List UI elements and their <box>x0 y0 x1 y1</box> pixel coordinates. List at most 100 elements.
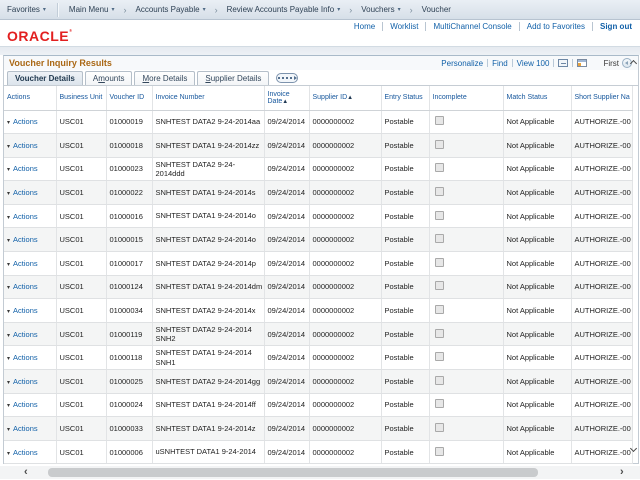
business-unit-cell: USC01 <box>56 110 106 134</box>
scrollbar-thumb[interactable] <box>48 468 538 477</box>
short-supplier-cell: AUTHORIZE.-00 <box>571 275 632 299</box>
actions-link[interactable]: Actions <box>13 188 38 197</box>
incomplete-checkbox[interactable] <box>435 305 444 314</box>
incomplete-checkbox[interactable] <box>435 447 444 456</box>
tab-amounts[interactable]: Amounts <box>85 71 133 85</box>
actions-link[interactable]: Actions <box>13 117 38 126</box>
tab-voucher-details[interactable]: Voucher Details <box>7 71 83 85</box>
col-header-invoice-number[interactable]: Invoice Number <box>152 86 264 110</box>
actions-link[interactable]: Actions <box>13 330 38 339</box>
multichannel-console-link[interactable]: MultiChannel Console <box>433 22 511 31</box>
actions-link[interactable]: Actions <box>13 400 38 409</box>
personalize-link[interactable]: Personalize <box>441 59 483 68</box>
col-header-match-status[interactable]: Match Status <box>503 86 571 110</box>
actions-dropdown-icon[interactable]: ▾ <box>7 262 10 268</box>
incomplete-checkbox[interactable] <box>435 423 444 432</box>
actions-link[interactable]: Actions <box>13 306 38 315</box>
actions-link[interactable]: Actions <box>13 448 38 457</box>
table-row: ▾ActionsUSC0101000017SNHTEST DATA2 9-24-… <box>4 252 632 276</box>
incomplete-checkbox[interactable] <box>435 163 444 172</box>
breadcrumb-item-accounts-payable[interactable]: Accounts Payable ▾ <box>129 0 213 19</box>
breadcrumb-item-review-ap-info[interactable]: Review Accounts Payable Info ▾ <box>220 0 348 19</box>
incomplete-checkbox[interactable] <box>435 376 444 385</box>
popup-window-icon[interactable] <box>558 59 568 67</box>
actions-dropdown-icon[interactable]: ▾ <box>7 120 10 126</box>
col-header-supplier-id[interactable]: Supplier ID▲ <box>309 86 381 110</box>
actions-link[interactable]: Actions <box>13 259 38 268</box>
actions-cell: ▾Actions <box>4 322 56 346</box>
incomplete-checkbox[interactable] <box>435 187 444 196</box>
supplier-id-cell: 0000000002 <box>309 440 381 464</box>
incomplete-checkbox[interactable] <box>435 352 444 361</box>
actions-dropdown-icon[interactable]: ▾ <box>7 451 10 457</box>
col-header-invoice-date[interactable]: Invoice Date▲ <box>264 86 309 110</box>
invoice-date-cell: 09/24/2014 <box>264 440 309 464</box>
short-supplier-cell: AUTHORIZE.-00 <box>571 370 632 394</box>
chevron-down-icon: ▾ <box>398 6 401 13</box>
incomplete-cell <box>429 181 503 205</box>
home-link[interactable]: Home <box>354 22 375 31</box>
view-100-link[interactable]: View 100 <box>517 59 550 68</box>
actions-dropdown-icon[interactable]: ▾ <box>7 167 10 173</box>
scroll-up-icon[interactable] <box>630 60 637 67</box>
add-to-favorites-link[interactable]: Add to Favorites <box>527 22 585 31</box>
supplier-id-cell: 0000000002 <box>309 275 381 299</box>
short-supplier-cell: AUTHORIZE.-00 <box>571 181 632 205</box>
actions-dropdown-icon[interactable]: ▾ <box>7 403 10 409</box>
actions-dropdown-icon[interactable]: ▾ <box>7 215 10 221</box>
col-header-short-supplier-name[interactable]: Short Supplier Na <box>571 86 632 110</box>
actions-link[interactable]: Actions <box>13 353 38 362</box>
download-to-excel-icon[interactable] <box>577 59 587 67</box>
actions-dropdown-icon[interactable]: ▾ <box>7 285 10 291</box>
col-header-voucher-id[interactable]: Voucher ID <box>106 86 152 110</box>
col-header-incomplete[interactable]: Incomplete <box>429 86 503 110</box>
actions-dropdown-icon[interactable]: ▾ <box>7 333 10 339</box>
col-header-entry-status[interactable]: Entry Status <box>381 86 429 110</box>
col-header-business-unit[interactable]: Business Unit <box>56 86 106 110</box>
scroll-down-icon[interactable] <box>630 445 637 452</box>
actions-dropdown-icon[interactable]: ▾ <box>7 238 10 244</box>
grid-title: Voucher Inquiry Results <box>4 58 112 68</box>
scroll-right-icon[interactable]: › <box>620 466 624 479</box>
horizontal-scrollbar[interactable]: ‹ › <box>0 466 640 479</box>
scroll-left-icon[interactable]: ‹ <box>24 466 28 479</box>
incomplete-checkbox[interactable] <box>435 281 444 290</box>
actions-link[interactable]: Actions <box>13 164 38 173</box>
actions-link[interactable]: Actions <box>13 282 38 291</box>
actions-dropdown-icon[interactable]: ▾ <box>7 356 10 362</box>
find-link[interactable]: Find <box>492 59 508 68</box>
incomplete-checkbox[interactable] <box>435 399 444 408</box>
table-row: ▾ActionsUSC0101000023SNHTEST DATA2 9-24-… <box>4 157 632 181</box>
incomplete-checkbox[interactable] <box>435 140 444 149</box>
sign-out-link[interactable]: Sign out <box>600 22 632 31</box>
actions-dropdown-icon[interactable]: ▾ <box>7 309 10 315</box>
col-header-actions[interactable]: Actions <box>4 86 56 110</box>
match-status-cell: Not Applicable <box>503 157 571 181</box>
pager-first-label: First <box>603 59 619 68</box>
tab-more-details[interactable]: More Details <box>134 71 195 85</box>
actions-link[interactable]: Actions <box>13 424 38 433</box>
incomplete-checkbox[interactable] <box>435 116 444 125</box>
actions-dropdown-icon[interactable]: ▾ <box>7 144 10 150</box>
breadcrumb-item-vouchers[interactable]: Vouchers ▾ <box>354 0 407 19</box>
vertical-scrollbar[interactable] <box>630 56 638 463</box>
favorites-label: Favorites <box>7 5 40 14</box>
actions-link[interactable]: Actions <box>13 377 38 386</box>
actions-cell: ▾Actions <box>4 275 56 299</box>
actions-link[interactable]: Actions <box>13 212 38 221</box>
incomplete-checkbox[interactable] <box>435 234 444 243</box>
actions-dropdown-icon[interactable]: ▾ <box>7 380 10 386</box>
favorites-menu[interactable]: Favorites ▾ <box>0 0 53 19</box>
incomplete-checkbox[interactable] <box>435 329 444 338</box>
breadcrumb-item-voucher[interactable]: Voucher <box>415 0 458 19</box>
worklist-link[interactable]: Worklist <box>390 22 418 31</box>
actions-link[interactable]: Actions <box>13 235 38 244</box>
incomplete-checkbox[interactable] <box>435 211 444 220</box>
actions-link[interactable]: Actions <box>13 141 38 150</box>
main-menu[interactable]: Main Menu ▾ <box>62 0 122 19</box>
actions-dropdown-icon[interactable]: ▾ <box>7 427 10 433</box>
actions-dropdown-icon[interactable]: ▾ <box>7 191 10 197</box>
incomplete-checkbox[interactable] <box>435 258 444 267</box>
tab-supplier-details[interactable]: Supplier Details <box>197 71 269 85</box>
show-all-columns-icon[interactable] <box>276 73 298 83</box>
